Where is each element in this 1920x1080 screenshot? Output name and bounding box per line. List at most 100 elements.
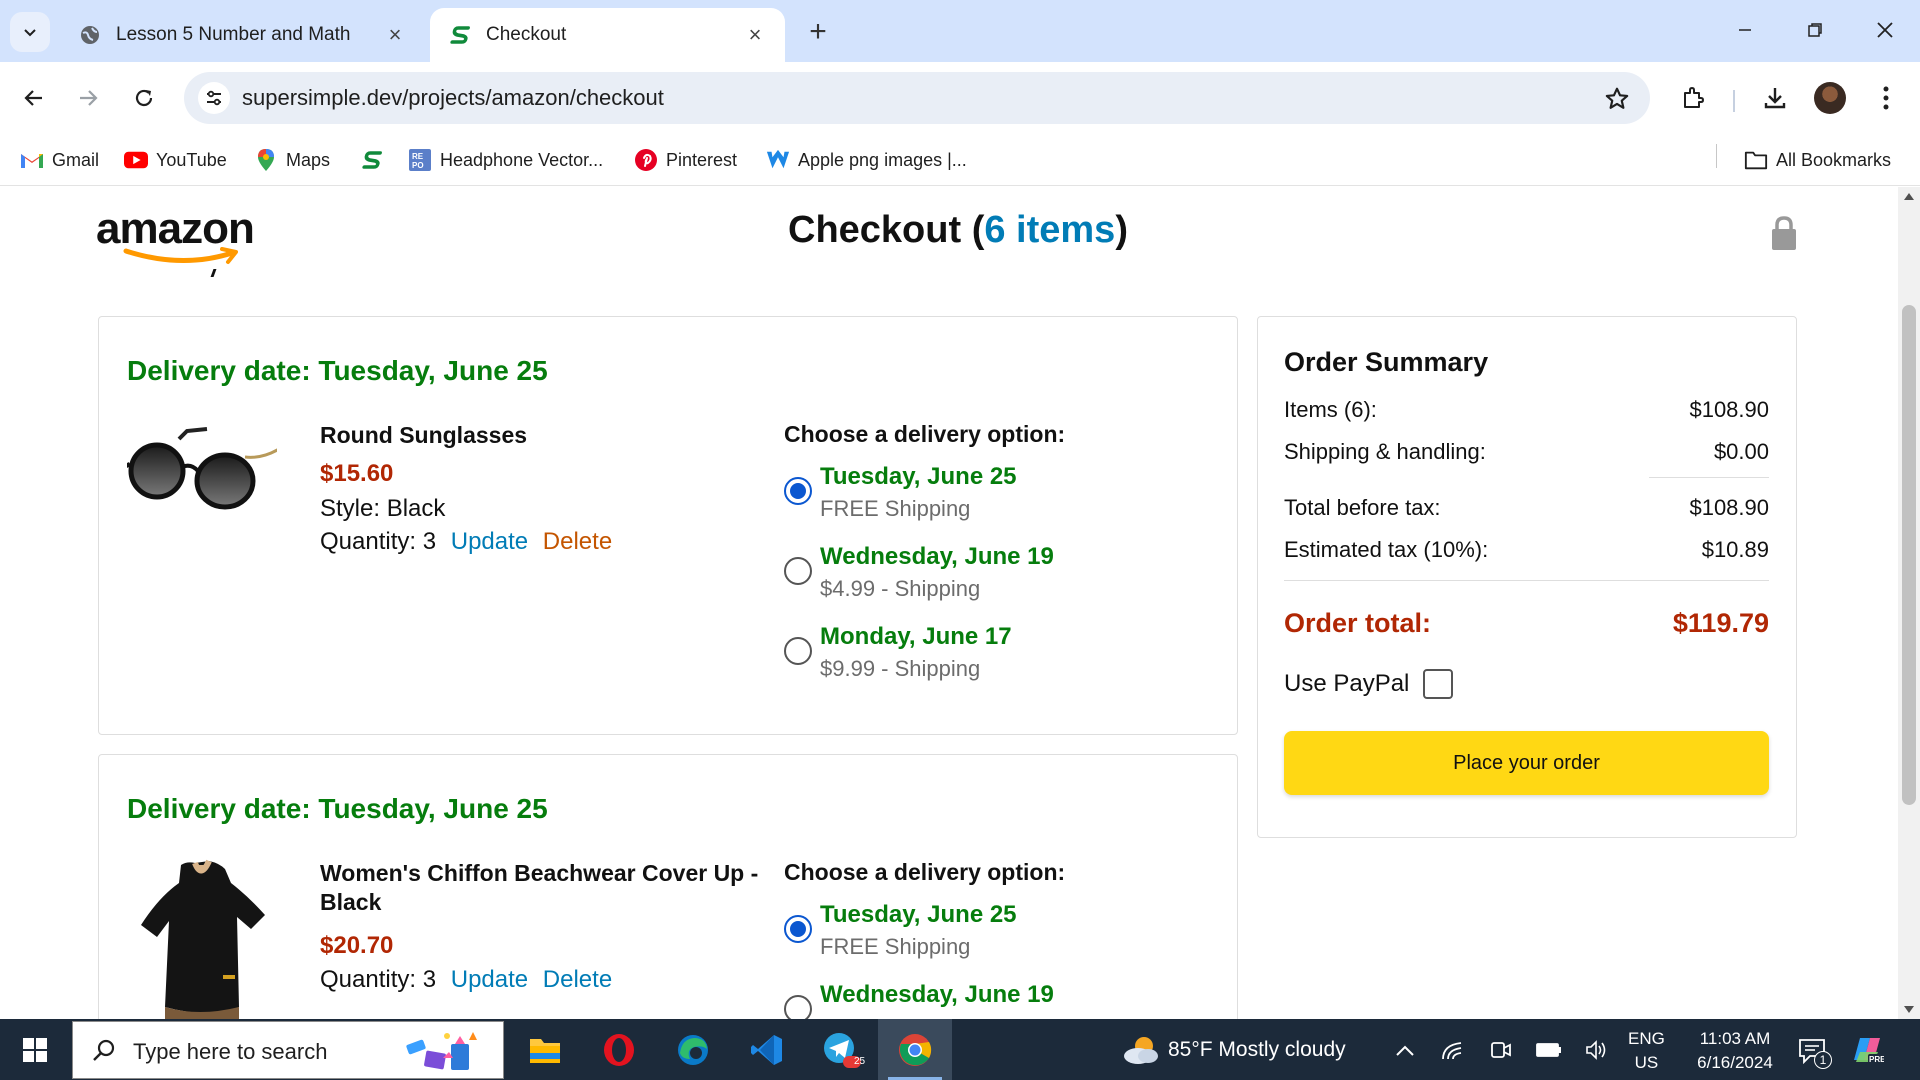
bookmark-gmail[interactable]: Gmail [20,134,99,186]
minimize-icon[interactable] [1720,10,1770,50]
clock[interactable]: 11:03 AM 6/16/2024 [1680,1027,1790,1075]
product-price: $15.60 [320,460,394,487]
battery-icon[interactable] [1536,1037,1562,1063]
bookmark-apple-png[interactable]: Apple png images |... [766,134,967,186]
kebab-menu-icon[interactable] [1868,80,1904,116]
smile-arrow-icon [123,247,238,264]
bookmark-star-icon[interactable] [1602,84,1632,114]
chevron-up-icon[interactable] [1392,1037,1418,1063]
volume-icon[interactable] [1584,1037,1610,1063]
pinterest-icon [634,148,658,172]
delivery-radio[interactable] [784,995,812,1019]
scroll-up-arrow-icon[interactable] [1904,193,1914,200]
beachwear-image [141,859,265,1019]
delivery-radio[interactable] [784,915,812,943]
bookmark-maps[interactable]: Maps [254,134,330,186]
delete-link[interactable]: Delete [543,528,612,555]
order-total-value: $119.79 [1672,608,1769,638]
scroll-thumb[interactable] [1902,305,1916,805]
language-indicator[interactable]: ENG US [1628,1027,1665,1075]
items-count-link[interactable]: 6 items [984,209,1115,251]
bookmark-pinterest[interactable]: Pinterest [634,134,737,186]
back-icon[interactable] [16,80,52,116]
amazon-logo[interactable]: amazon [96,207,266,281]
new-tab-button[interactable]: + [800,14,836,50]
paypal-checkbox[interactable] [1423,669,1454,699]
edge-icon[interactable] [656,1019,730,1080]
page-scrollbar[interactable] [1898,187,1920,1019]
url-text[interactable]: supersimple.dev/projects/amazon/checkout [242,85,664,111]
search-highlight-icon [406,1032,477,1070]
taskbar-search[interactable]: Type here to search [72,1021,504,1079]
logo-fragment [210,269,220,277]
telegram-icon[interactable]: 25 [804,1019,878,1080]
update-link[interactable]: Update [451,966,528,993]
opera-icon[interactable] [582,1019,656,1080]
tab-checkout[interactable]: Checkout × [430,8,785,62]
file-explorer-icon[interactable] [508,1019,582,1080]
delivery-radio[interactable] [784,637,812,665]
subtotal-divider [1649,477,1769,478]
delivery-option[interactable]: Wednesday, June 19 $4.99 - Shipping [784,543,1204,603]
summary-row: Items (6): $108.90 [1284,397,1769,423]
bookmark-label: All Bookmarks [1776,149,1892,170]
delivery-option[interactable]: Tuesday, June 25 FREE Shipping [784,901,1204,961]
summary-value: $10.89 [1701,537,1769,562]
summary-value: $108.90 [1689,397,1769,422]
order-summary: Order Summary Items (6): $108.90 Shippin… [1257,316,1797,838]
delivery-option[interactable]: Wednesday, June 19 [784,981,1204,1019]
bookmark-supersimple[interactable] [360,134,392,186]
address-bar[interactable]: supersimple.dev/projects/amazon/checkout [184,72,1650,124]
logo-text: amazon [96,204,255,253]
delete-link[interactable]: Delete [543,966,612,993]
delivery-option[interactable]: Monday, June 17 $9.99 - Shipping [784,623,1204,683]
meet-now-icon[interactable] [1488,1037,1514,1063]
restore-icon[interactable] [1790,10,1840,50]
option-date: Wednesday, June 19 [820,543,1054,570]
delivery-option[interactable]: Tuesday, June 25 FREE Shipping [784,463,1204,523]
start-button[interactable] [0,1019,70,1080]
forward-icon[interactable] [70,80,106,116]
copilot-icon[interactable]: PRE [1850,1033,1884,1067]
globe-icon [78,23,102,47]
summary-value: $108.90 [1689,495,1769,520]
delivery-radio[interactable] [784,557,812,585]
close-tab-icon[interactable]: × [743,22,767,47]
cloudy-weather-icon [1124,1036,1158,1064]
scroll-down-arrow-icon[interactable] [1904,1006,1914,1013]
bookmark-headphone[interactable]: RE PO Headphone Vector... [408,134,603,186]
windows-logo-icon [23,1037,47,1062]
place-order-button[interactable]: Place your order [1284,731,1769,795]
sunglasses-image [127,427,277,510]
delivery-radio[interactable] [784,477,812,505]
close-tab-icon[interactable]: × [383,22,407,47]
chrome-icon[interactable] [878,1019,952,1080]
option-shipping: FREE Shipping [820,496,971,521]
tab-search-button[interactable] [10,12,50,52]
lang-bottom: US [1634,1053,1659,1072]
site-info-icon[interactable] [198,82,230,114]
summary-label: Total before tax: [1284,495,1441,520]
reload-icon[interactable] [126,80,162,116]
bookmark-youtube[interactable]: YouTube [124,134,227,186]
close-window-icon[interactable] [1860,10,1910,50]
all-bookmarks[interactable]: All Bookmarks [1744,134,1891,186]
vscode-icon[interactable] [730,1019,804,1080]
summary-row: Estimated tax (10%): $10.89 [1284,537,1769,563]
option-shipping: $9.99 - Shipping [820,656,981,681]
profile-avatar[interactable] [1814,82,1846,114]
toolbar-divider [1733,90,1735,112]
weather-widget[interactable]: 85°F Mostly cloudy [1120,1019,1346,1080]
extensions-icon[interactable] [1675,80,1711,116]
network-icon[interactable] [1440,1037,1466,1063]
supersimple-icon [448,23,472,47]
paypal-toggle[interactable]: Use PayPal [1284,669,1454,699]
summary-row: Total before tax: $108.90 [1284,495,1769,521]
clock-date: 6/16/2024 [1697,1053,1773,1072]
update-link[interactable]: Update [451,528,528,555]
option-date: Monday, June 17 [820,623,1012,650]
tab-label: Lesson 5 Number and Math [116,24,351,45]
tab-lesson[interactable]: Lesson 5 Number and Math × [60,8,425,62]
download-icon[interactable] [1757,80,1793,116]
notification-icon[interactable]: 1 [1792,1031,1832,1071]
